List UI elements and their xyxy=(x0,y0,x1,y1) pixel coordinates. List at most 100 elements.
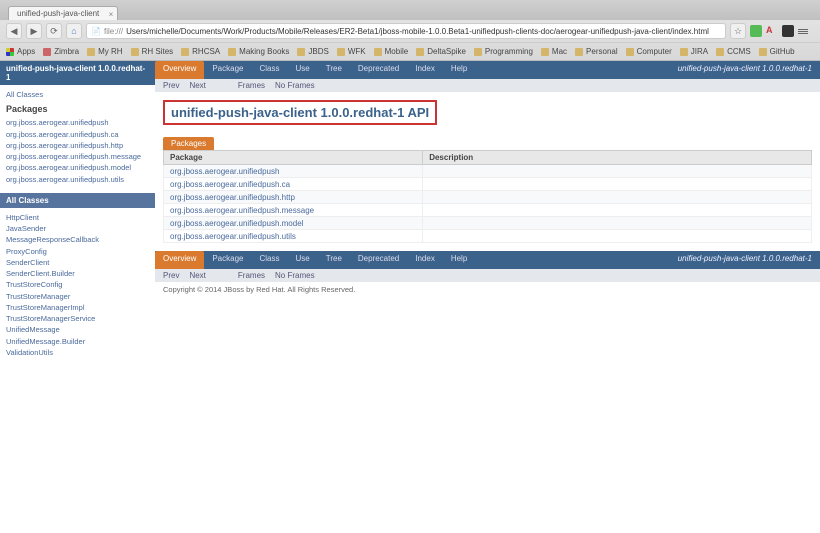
nav-tab-help[interactable]: Help xyxy=(443,61,475,79)
all-classes-title: All Classes xyxy=(0,193,155,208)
nav-tab-overview[interactable]: Overview xyxy=(155,251,204,269)
class-link[interactable]: TrustStoreManagerService xyxy=(6,313,149,324)
bookmark-item[interactable]: My RH xyxy=(87,47,122,56)
extension-icon[interactable] xyxy=(782,25,794,37)
nav-tab-use[interactable]: Use xyxy=(288,61,318,79)
class-link[interactable]: UnifiedMessage xyxy=(6,324,149,335)
bookmark-item[interactable]: Apps xyxy=(6,47,35,56)
extension-icon[interactable] xyxy=(750,25,762,37)
reload-button[interactable]: ⟳ xyxy=(46,23,62,39)
nav-tab-tree[interactable]: Tree xyxy=(318,251,350,269)
bookmark-item[interactable]: DeltaSpike xyxy=(416,47,466,56)
content-pane: Overview Package Class Use Tree Deprecat… xyxy=(155,61,820,533)
class-link[interactable]: TrustStoreManager xyxy=(6,291,149,302)
menu-icon[interactable] xyxy=(798,25,810,37)
class-link[interactable]: ProxyConfig xyxy=(6,246,149,257)
table-row: org.jboss.aerogear.unifiedpush.http xyxy=(164,191,812,204)
bookmark-item[interactable]: RHCSA xyxy=(181,47,220,56)
main-layout: unified-push-java-client 1.0.0.redhat-1 … xyxy=(0,61,820,533)
bookmark-item[interactable]: GitHub xyxy=(759,47,795,56)
package-link[interactable]: org.jboss.aerogear.unifiedpush.ca xyxy=(6,129,149,140)
extension-icons: A xyxy=(750,25,814,37)
nav-tab-package[interactable]: Package xyxy=(204,61,251,79)
class-link[interactable]: ValidationUtils xyxy=(6,347,149,358)
nav-tab-help[interactable]: Help xyxy=(443,251,475,269)
bookmark-item[interactable]: RH Sites xyxy=(131,47,174,56)
nav-tab-index[interactable]: Index xyxy=(407,61,443,79)
prev-link[interactable]: Prev xyxy=(163,271,179,280)
folder-icon xyxy=(716,48,724,56)
bookmark-item[interactable]: Mobile xyxy=(374,47,409,56)
class-link[interactable]: UnifiedMessage.Builder xyxy=(6,336,149,347)
pkg-link[interactable]: org.jboss.aerogear.unifiedpush xyxy=(170,167,279,176)
package-link[interactable]: org.jboss.aerogear.unifiedpush.utils xyxy=(6,174,149,185)
back-button[interactable]: ◀ xyxy=(6,23,22,39)
pkg-link[interactable]: org.jboss.aerogear.unifiedpush.ca xyxy=(170,180,290,189)
frames-link[interactable]: Frames xyxy=(238,81,265,90)
nav-tab-package[interactable]: Package xyxy=(204,251,251,269)
bookmark-item[interactable]: WFK xyxy=(337,47,366,56)
nav-tab-overview[interactable]: Overview xyxy=(155,61,204,79)
bookmark-item[interactable]: Programming xyxy=(474,47,533,56)
extension-icon[interactable]: A xyxy=(766,25,778,37)
pkg-link[interactable]: org.jboss.aerogear.unifiedpush.utils xyxy=(170,232,296,241)
table-row: org.jboss.aerogear.unifiedpush.message xyxy=(164,204,812,217)
class-link[interactable]: SenderClient xyxy=(6,257,149,268)
class-link[interactable]: HttpClient xyxy=(6,212,149,223)
class-link[interactable]: TrustStoreConfig xyxy=(6,279,149,290)
top-nav: Overview Package Class Use Tree Deprecat… xyxy=(155,61,820,79)
noframes-link[interactable]: No Frames xyxy=(275,81,315,90)
file-icon: 📄 xyxy=(91,27,101,36)
bookmark-item[interactable]: Mac xyxy=(541,47,567,56)
table-row: org.jboss.aerogear.unifiedpush xyxy=(164,165,812,178)
address-bar[interactable]: 📄 file:///Users/michelle/Documents/Work/… xyxy=(86,23,726,39)
bookmark-item[interactable]: JIRA xyxy=(680,47,708,56)
nav-tab-deprecated[interactable]: Deprecated xyxy=(350,251,407,269)
class-link[interactable]: JavaSender xyxy=(6,223,149,234)
frames-link[interactable]: Frames xyxy=(238,271,265,280)
bookmark-item[interactable]: Computer xyxy=(626,47,672,56)
nav-tab-class[interactable]: Class xyxy=(251,61,287,79)
packages-section: Packages Package Description org.jboss.a… xyxy=(163,137,812,243)
browser-tab[interactable]: unified-push-java-client × xyxy=(8,6,118,20)
package-link[interactable]: org.jboss.aerogear.unifiedpush.model xyxy=(6,162,149,173)
package-link[interactable]: org.jboss.aerogear.unifiedpush xyxy=(6,117,149,128)
home-button[interactable]: ⌂ xyxy=(66,23,82,39)
nav-tab-use[interactable]: Use xyxy=(288,251,318,269)
bookmark-item[interactable]: Personal xyxy=(575,47,618,56)
package-link[interactable]: org.jboss.aerogear.unifiedpush.message xyxy=(6,151,149,162)
nav-tab-index[interactable]: Index xyxy=(407,251,443,269)
nav-tab-deprecated[interactable]: Deprecated xyxy=(350,61,407,79)
sub-nav-bottom: Prev Next Frames No Frames xyxy=(155,269,820,282)
folder-icon xyxy=(228,48,236,56)
url-scheme: file:/// xyxy=(104,27,123,36)
bookmark-item[interactable]: JBDS xyxy=(297,47,328,56)
next-link[interactable]: Next xyxy=(189,271,205,280)
bookmark-item[interactable]: Making Books xyxy=(228,47,289,56)
pkg-link[interactable]: org.jboss.aerogear.unifiedpush.http xyxy=(170,193,295,202)
sidebar: unified-push-java-client 1.0.0.redhat-1 … xyxy=(0,61,155,533)
pkg-link[interactable]: org.jboss.aerogear.unifiedpush.model xyxy=(170,219,303,228)
nav-tab-tree[interactable]: Tree xyxy=(318,61,350,79)
class-link[interactable]: MessageResponseCallback xyxy=(6,234,149,245)
nav-tab-class[interactable]: Class xyxy=(251,251,287,269)
forward-button[interactable]: ▶ xyxy=(26,23,42,39)
prev-link[interactable]: Prev xyxy=(163,81,179,90)
all-classes-link[interactable]: All Classes xyxy=(6,89,149,100)
bookmark-bar: Apps Zimbra My RH RH Sites RHCSA Making … xyxy=(0,42,820,60)
zimbra-icon xyxy=(43,48,51,56)
close-icon[interactable]: × xyxy=(109,10,114,19)
class-link[interactable]: SenderClient.Builder xyxy=(6,268,149,279)
table-row: org.jboss.aerogear.unifiedpush.ca xyxy=(164,178,812,191)
noframes-link[interactable]: No Frames xyxy=(275,271,315,280)
bookmark-item[interactable]: Zimbra xyxy=(43,47,79,56)
folder-icon xyxy=(541,48,549,56)
bookmark-star-icon[interactable]: ☆ xyxy=(730,23,746,39)
bookmark-item[interactable]: CCMS xyxy=(716,47,751,56)
package-link[interactable]: org.jboss.aerogear.unifiedpush.http xyxy=(6,140,149,151)
header-title-right: unified-push-java-client 1.0.0.redhat-1 xyxy=(670,61,820,79)
col-description: Description xyxy=(423,151,812,165)
next-link[interactable]: Next xyxy=(189,81,205,90)
class-link[interactable]: TrustStoreManagerImpl xyxy=(6,302,149,313)
pkg-link[interactable]: org.jboss.aerogear.unifiedpush.message xyxy=(170,206,314,215)
